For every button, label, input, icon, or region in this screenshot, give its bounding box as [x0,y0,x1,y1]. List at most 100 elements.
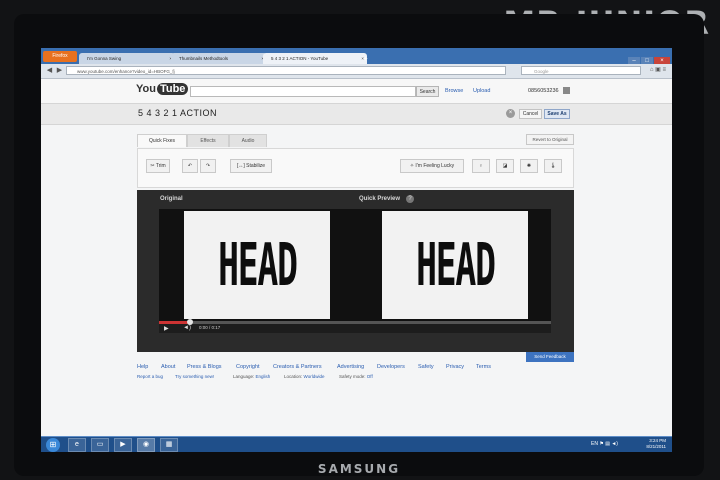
location-label: Location: [284,374,303,379]
safety-value[interactable]: Off [367,374,373,379]
editor-title-bar: 5 4 3 2 1 ACTION × Cancel Save As [41,103,672,125]
footer-link[interactable]: Creators & Partners [273,364,322,370]
fill-light-button[interactable]: ♀ [472,159,490,173]
toolbar-icons: ⌂ ▣ ≡ [650,66,666,73]
stabilize-label: Stabilize [246,163,266,169]
footer-link[interactable]: Press & Blogs [187,364,222,370]
progress-fill [159,321,191,324]
report-bug-link[interactable]: Report a bug [137,374,163,379]
tab-effects[interactable]: Effects [187,134,229,147]
folder-icon[interactable]: ▭ [91,438,109,452]
location-value[interactable]: Worldwide [304,374,325,379]
browser-tab[interactable]: Thumbnails Methodtools× [171,53,267,64]
save-as-button[interactable]: Save As [544,109,570,119]
cancel-button[interactable]: Cancel [519,109,542,119]
clock[interactable]: 3:24 PM 8/21/2011 [646,438,666,450]
tab-quick-fixes[interactable]: Quick Fixes [137,134,187,147]
tab-label: Thumbnails Methodtools [179,56,229,61]
try-new-text[interactable]: Try something new! [175,374,214,379]
user-menu-icon[interactable] [563,87,570,94]
language-label: Language: [233,374,255,379]
internet-explorer-icon[interactable]: e [68,438,86,452]
report-bug-text[interactable]: Report a bug [137,374,163,379]
address-bar[interactable]: www.youtube.com/enhance?video_id=HBOFG_f… [66,66,506,75]
help-icon[interactable]: ? [406,195,414,203]
language-value[interactable]: English [256,374,271,379]
search-button[interactable]: Search [416,86,439,97]
video-player: Original Quick Preview ? HEAD HEAD ▶ ◄) … [137,190,574,352]
monitor-brand: SAMSUNG [317,462,401,476]
close-icon[interactable]: × [506,109,515,118]
app-icon[interactable]: ▦ [160,438,178,452]
footer-link[interactable]: Terms [476,364,491,370]
screen: Firefox I'm Gonna Swing× Thumbnails Meth… [41,48,672,452]
username[interactable]: 0856053236 [528,88,559,94]
browser-nav-bar: ◀ ▶ www.youtube.com/enhance?video_id=HBO… [41,64,672,79]
youtube-page: You Tube Search Browse Upload 0856053236 … [41,79,672,436]
footer-link[interactable]: Safety [418,364,434,370]
footer-link[interactable]: Privacy [446,364,464,370]
firefox-icon[interactable]: ◉ [137,438,155,452]
forward-icon[interactable]: ▶ [55,67,64,75]
saturation-button[interactable]: ✺ [520,159,538,173]
tab-label: 5 4 3 2 1 ACTION - YouTube [271,56,329,61]
original-label: Original [160,196,183,202]
back-icon[interactable]: ◀ [45,67,54,75]
contrast-button[interactable]: ◪ [496,159,514,173]
trim-button[interactable]: ✂ Trim [146,159,170,173]
preview-frame: HEAD [382,211,528,319]
language-setting[interactable]: Language: English [233,374,270,379]
language-indicator[interactable]: EN [591,441,598,447]
revert-to-original-button[interactable]: Revert to Original [526,134,574,145]
upload-link[interactable]: Upload [473,88,490,94]
home-icon[interactable]: ⌂ [650,67,654,73]
system-tray-icons: EN ⚑ ▤ ◄) [591,441,618,447]
flag-icon[interactable]: ⚑ [599,441,603,447]
editor-tabs: Quick Fixes Effects Audio [137,134,574,148]
youtube-logo[interactable]: You Tube [136,83,189,95]
footer-link[interactable]: Copyright [236,364,260,370]
quick-fix-tools: ✂ Trim ↶ ↷ [↔] Stabilize ✧ I'm Feeling L… [137,148,574,188]
browse-link[interactable]: Browse [445,88,463,94]
feeling-lucky-label: I'm Feeling Lucky [415,163,455,169]
feeling-lucky-button[interactable]: ✧ I'm Feeling Lucky [400,159,464,173]
new-tab-button[interactable]: + [363,54,372,63]
footer-link[interactable]: Advertising [337,364,364,370]
original-video: HEAD [159,209,355,321]
youtube-search-input[interactable] [190,86,416,97]
rotate-left-button[interactable]: ↶ [182,159,198,173]
browser-tab-active[interactable]: 5 4 3 2 1 ACTION - YouTube × [263,53,367,64]
logo-you: You [136,83,156,95]
firefox-menu-button[interactable]: Firefox [43,51,77,62]
volume-icon[interactable]: ◄) [183,325,191,331]
try-new-link[interactable]: Try something new! [175,374,214,379]
send-feedback-button[interactable]: Send Feedback [526,352,574,362]
footer-link[interactable]: Developers [377,364,405,370]
browser-tab[interactable]: I'm Gonna Swing× [79,53,175,64]
download-icon[interactable]: ▣ [655,67,661,73]
frame-text: HEAD [415,230,496,300]
rotate-right-icon: ↷ [205,163,211,169]
footer-link[interactable]: About [161,364,175,370]
network-icon[interactable]: ▤ [605,441,610,447]
browser-search-input[interactable]: Google [521,66,641,75]
stabilize-button[interactable]: [↔] Stabilize [230,159,272,173]
color-temperature-button[interactable]: 🌡︎ [544,159,562,173]
play-icon[interactable]: ▶ [164,325,169,332]
stabilize-icon: [↔] [236,163,247,169]
progress-bar[interactable] [159,319,551,325]
media-player-icon[interactable]: ▶ [114,438,132,452]
menu-icon[interactable]: ≡ [662,67,666,73]
clock-date: 8/21/2011 [646,444,666,449]
windows-start-icon[interactable]: ⊞ [46,438,60,452]
footer-link[interactable]: Help [137,364,148,370]
thermometer-icon: 🌡︎ [549,163,557,169]
volume-icon[interactable]: ◄) [611,441,618,447]
tab-label: I'm Gonna Swing [87,56,122,61]
rotate-right-button[interactable]: ↷ [200,159,216,173]
footer: Help About Press & Blogs Copyright Creat… [137,364,597,394]
tab-audio[interactable]: Audio [229,134,267,147]
safety-mode-setting[interactable]: Safety mode: Off [339,374,373,379]
quick-preview-label: Quick Preview [359,196,401,202]
location-setting[interactable]: Location: Worldwide [284,374,324,379]
